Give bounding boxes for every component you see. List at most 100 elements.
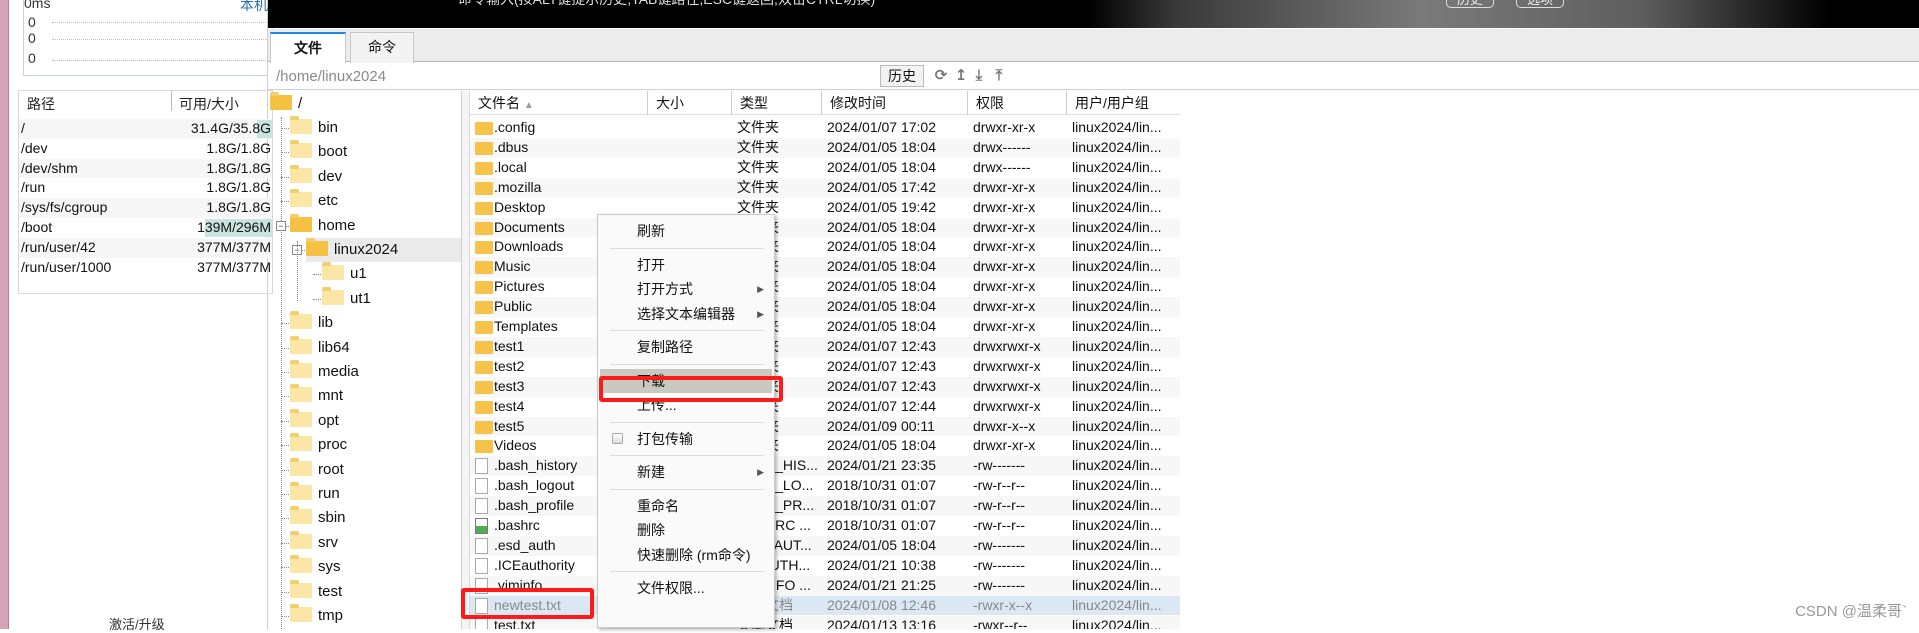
file-row[interactable]: .config 文件夹 2024/01/07 17:02 drwxr-xr-x linu… bbox=[470, 118, 1180, 138]
terminal-options-button[interactable]: 选项 bbox=[1516, 0, 1565, 8]
tree-item-dev[interactable]: dev bbox=[290, 164, 342, 189]
file-row[interactable]: .dbus 文件夹 2024/01/05 18:04 drwx------ linux2… bbox=[470, 137, 1180, 158]
file-row[interactable]: Downloads文件夹2024/01/05 18:04drwxr-xr-xli… bbox=[470, 237, 1180, 257]
file-mtime: 2024/01/13 13:16 bbox=[827, 616, 936, 630]
file-row[interactable]: .bash_logout BASH_LO... 2018/10/31 01:07 -r… bbox=[470, 476, 1180, 496]
column-name[interactable]: 文件名 ▲ bbox=[470, 91, 648, 115]
tree-item-proc[interactable]: proc bbox=[290, 433, 347, 457]
disk-row[interactable]: /sys/fs/cgroup 1.8G/1.8G bbox=[19, 198, 272, 218]
column-permissions[interactable]: 权限 bbox=[968, 91, 1067, 115]
tree-item-opt[interactable]: opt bbox=[290, 408, 339, 433]
terminal-area[interactable]: 命令输入(按ALT键提示历史,TAB键路径,ESC键返回,双击CTRL切换) 历… bbox=[268, 0, 1919, 28]
tree-item-lib64[interactable]: lib64 bbox=[290, 335, 350, 360]
menu-item[interactable]: 快速删除 (rm命令) bbox=[600, 543, 772, 567]
column-path[interactable]: 路径 bbox=[27, 94, 55, 114]
tree-label: sys bbox=[318, 558, 341, 576]
file-row[interactable]: .local 文件夹 2024/01/05 18:04 drwx------ linux… bbox=[470, 158, 1180, 178]
file-row[interactable]: .mozilla 文件夹 2024/01/05 17:42 drwxr-xr-x lin… bbox=[470, 177, 1180, 198]
file-row[interactable]: .ICEauthorityICEAUTH...2024/01/21 10:38-… bbox=[470, 556, 1180, 576]
tree-item-root[interactable]: root bbox=[290, 457, 344, 482]
tree-item-media[interactable]: media bbox=[290, 360, 359, 384]
disk-row[interactable]: /dev/shm 1.8G/1.8G bbox=[19, 158, 272, 179]
file-row[interactable]: test5文件夹2024/01/09 00:11drwxr-x--xlinux2… bbox=[470, 416, 1180, 437]
tab-bar: 文件 命令 bbox=[268, 29, 1919, 63]
file-row[interactable]: .bash_profile BASH_PR... 2018/10/31 01:07-… bbox=[470, 496, 1180, 516]
file-row[interactable]: test4文件夹2024/01/07 12:44drwxrwxr-xlinux2… bbox=[470, 397, 1180, 417]
host-label[interactable]: 本机 bbox=[240, 0, 268, 15]
file-row[interactable]: test3文件夹2024/01/07 12:43drwxrwxr-xlinux2… bbox=[470, 376, 1180, 397]
menu-item[interactable]: 打开 bbox=[600, 253, 772, 277]
menu-item[interactable]: 新建 ▶ bbox=[600, 460, 772, 484]
file-row[interactable]: Music文件夹2024/01/05 18:04drwxr-xr-xlinux2… bbox=[470, 257, 1180, 278]
file-row[interactable]: .bashrcBASHRC ...2018/10/31 01:07-rw-r--… bbox=[470, 516, 1180, 536]
tree-item-home[interactable]: home bbox=[290, 213, 356, 238]
tree-item-test[interactable]: test bbox=[290, 579, 342, 604]
column-type[interactable]: 类型 bbox=[732, 91, 822, 115]
column-size[interactable]: 大小 bbox=[648, 91, 732, 115]
path-input[interactable]: /home/linux2024 bbox=[276, 68, 386, 85]
disk-row[interactable]: / 31.4G/35.8G bbox=[19, 119, 272, 139]
checkbox-icon[interactable] bbox=[612, 432, 623, 444]
up-icon[interactable]: ↥ bbox=[952, 66, 970, 86]
terminal-hint: 命令输入(按ALT键提示历史,TAB键路径,ESC键返回,双击CTRL切换) bbox=[458, 0, 875, 9]
menu-item[interactable]: 重命名 bbox=[600, 494, 772, 518]
folder-icon bbox=[475, 321, 493, 334]
tree-item-tmp[interactable]: tmp bbox=[290, 604, 343, 628]
file-owner: linux2024/lin... bbox=[1072, 357, 1162, 374]
file-row[interactable]: test2文件夹2024/01/07 12:43drwxrwxr-xlinux2… bbox=[470, 357, 1180, 377]
tab-commands[interactable]: 命令 bbox=[350, 32, 414, 63]
menu-item[interactable]: 选择文本编辑器 ▶ bbox=[600, 302, 772, 326]
disk-row[interactable]: /dev 1.8G/1.8G bbox=[19, 139, 272, 159]
tree-item-u1[interactable]: u1 bbox=[322, 262, 367, 286]
menu-item[interactable]: 删除 bbox=[600, 518, 772, 542]
download-icon[interactable]: ⤓ bbox=[970, 66, 988, 86]
history-button[interactable]: 历史 bbox=[880, 65, 924, 87]
tree-item-srv[interactable]: srv bbox=[290, 530, 338, 555]
file-row[interactable]: test1文件夹2024/01/07 12:43drwxrwxr-xlinux2… bbox=[470, 336, 1180, 357]
file-row[interactable]: Videos文件夹2024/01/05 18:04drwxr-xr-xlinux… bbox=[470, 436, 1180, 456]
folder-icon bbox=[290, 213, 312, 232]
disk-row[interactable]: /run/user/1000 377M/377M bbox=[19, 258, 272, 278]
tree-item-etc[interactable]: etc bbox=[290, 189, 338, 213]
file-row[interactable]: Pictures文件夹2024/01/05 18:04drwxr-xr-xlin… bbox=[470, 277, 1180, 297]
file-row[interactable]: Desktop 文件夹 2024/01/05 19:42 drwxr-xr-x linu… bbox=[470, 198, 1180, 218]
tree-item-boot[interactable]: boot bbox=[290, 140, 347, 164]
menu-item[interactable]: 复制路径 bbox=[600, 335, 772, 359]
tree-item-lib[interactable]: lib bbox=[290, 311, 333, 335]
tree-item-sbin[interactable]: sbin bbox=[290, 506, 346, 530]
refresh-icon[interactable]: ⟳ bbox=[932, 66, 950, 86]
folder-icon bbox=[475, 161, 493, 175]
activate-upgrade-link[interactable]: 激活/升级 bbox=[109, 614, 165, 633]
tab-files[interactable]: 文件 bbox=[270, 32, 346, 63]
column-modified[interactable]: 修改时间 bbox=[822, 91, 968, 115]
upload-icon[interactable]: ⤒ bbox=[990, 66, 1008, 86]
column-free-size[interactable]: 可用/大小 bbox=[179, 94, 239, 114]
tree-item-ut1[interactable]: ut1 bbox=[322, 286, 371, 311]
menu-item[interactable]: 文件权限... bbox=[600, 576, 772, 600]
file-row[interactable]: Templates文件夹2024/01/05 18:04drwxr-xr-xli… bbox=[470, 317, 1180, 337]
disk-row[interactable]: /boot 139M/296M bbox=[19, 218, 272, 238]
collapse-icon[interactable]: − bbox=[276, 220, 286, 231]
menu-item[interactable]: 打开方式 ▶ bbox=[600, 277, 772, 301]
file-row[interactable]: .bash_history BASH_HIS... 2024/01/21 23:35… bbox=[470, 456, 1180, 477]
disk-row[interactable]: /run 1.8G/1.8G bbox=[19, 178, 272, 198]
file-row[interactable]: Public文件夹2024/01/05 18:04drwxr-xr-xlinux… bbox=[470, 297, 1180, 317]
tree-item-linux2024[interactable]: linux2024 bbox=[306, 238, 461, 262]
file-perm: drwx------ bbox=[973, 158, 1031, 175]
tree-item-sys[interactable]: sys bbox=[290, 555, 341, 579]
disk-row[interactable]: /run/user/42 377M/377M bbox=[19, 237, 272, 258]
tree-root[interactable]: / bbox=[270, 92, 302, 116]
column-owner[interactable]: 用户/用户组 bbox=[1067, 91, 1180, 115]
menu-item[interactable]: 打包传输 bbox=[600, 427, 772, 451]
pane-splitter[interactable] bbox=[462, 91, 470, 629]
terminal-history-button[interactable]: 历史 bbox=[1446, 0, 1495, 8]
file-row[interactable]: Documents文件夹2024/01/05 18:04drwxr-xr-xli… bbox=[470, 217, 1180, 238]
file-perm: -rw-r--r-- bbox=[973, 517, 1026, 533]
tree-item-run[interactable]: run bbox=[290, 482, 340, 506]
file-row[interactable]: .esd_authESD_AUT...2024/01/05 18:04-rw--… bbox=[470, 535, 1180, 556]
latency-label: 0ms bbox=[24, 0, 51, 11]
disk-free-size: 31.4G/35.8G bbox=[190, 120, 271, 136]
menu-item[interactable]: 刷新 bbox=[600, 219, 772, 243]
tree-item-bin[interactable]: bin bbox=[290, 116, 338, 140]
tree-item-mnt[interactable]: mnt bbox=[290, 384, 343, 408]
